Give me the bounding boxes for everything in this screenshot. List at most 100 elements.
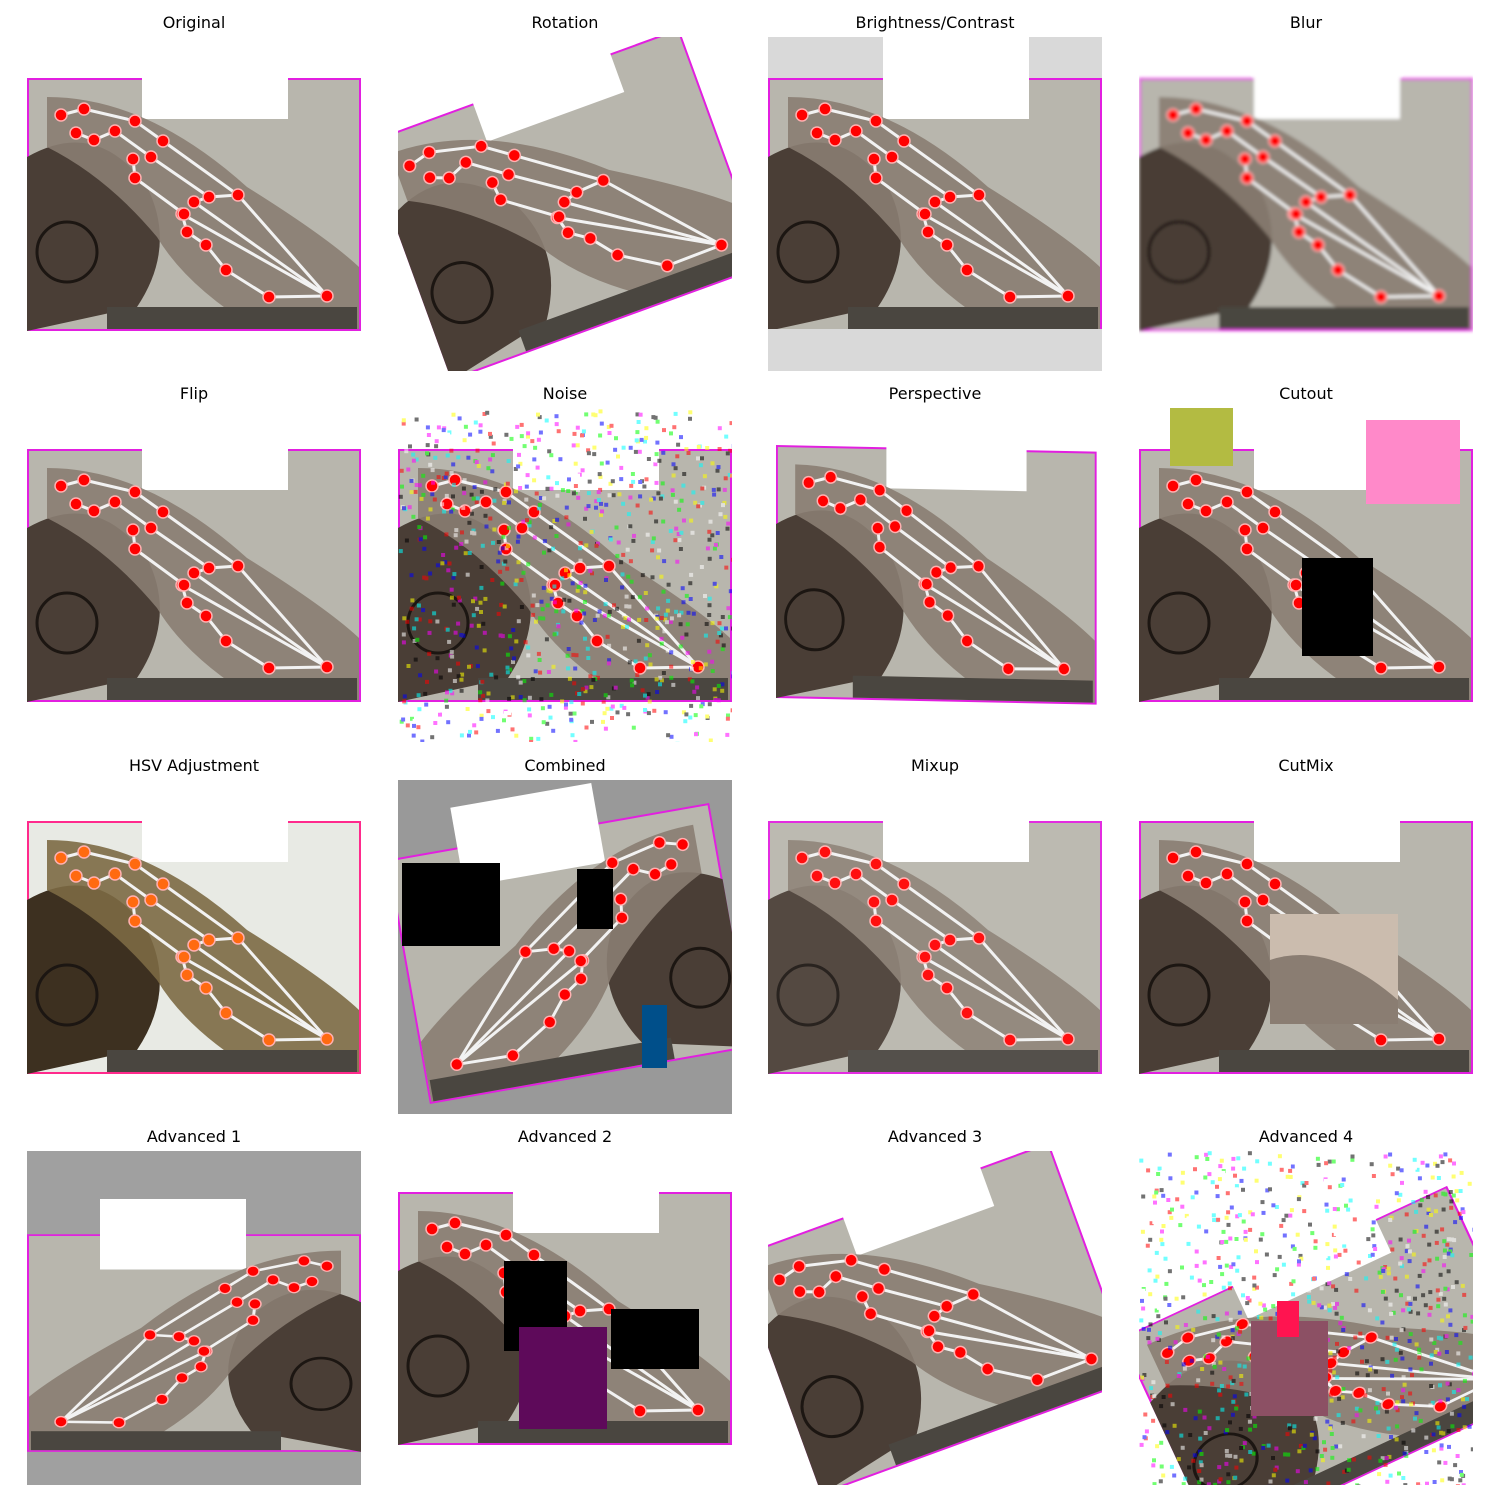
- noise-pixel: [566, 647, 571, 651]
- noise-pixel: [666, 582, 671, 587]
- noise-pixel: [1316, 1162, 1321, 1167]
- noise-pixel: [614, 525, 619, 530]
- augmented-image: [1139, 1151, 1473, 1485]
- noise-pixel: [679, 435, 683, 440]
- noise-pixel: [1364, 1359, 1369, 1364]
- noise-pixel: [405, 619, 410, 624]
- noise-pixel: [611, 493, 616, 498]
- noise-pixel: [1250, 1212, 1255, 1217]
- noise-pixel: [1405, 1244, 1410, 1249]
- keypoint-marker: [320, 289, 334, 303]
- noise-pixel: [407, 505, 412, 510]
- noise-pixel: [533, 669, 538, 674]
- noise-pixel: [662, 629, 667, 634]
- keypoint-marker: [202, 561, 216, 575]
- noise-pixel: [689, 572, 694, 577]
- keypoint-marker: [900, 503, 914, 518]
- keypoint-marker: [202, 933, 216, 947]
- noise-pixel: [471, 613, 476, 618]
- noise-pixel: [1231, 1166, 1236, 1171]
- noise-pixel: [1319, 1196, 1324, 1201]
- noise-pixel: [707, 537, 712, 542]
- noise-pixel: [1139, 1158, 1144, 1163]
- noise-pixel: [1297, 1259, 1301, 1264]
- noise-pixel: [662, 428, 666, 433]
- noise-pixel: [402, 616, 407, 621]
- noise-pixel: [1334, 1444, 1339, 1449]
- scene-layer: [776, 408, 1097, 705]
- noise-pixel: [467, 551, 472, 555]
- noise-pixel: [587, 479, 592, 484]
- noise-pixel: [1339, 1157, 1344, 1162]
- noise-pixel: [643, 708, 647, 712]
- noise-pixel: [573, 666, 578, 671]
- noise-pixel: [402, 694, 407, 699]
- noise-pixel: [456, 661, 461, 666]
- noise-pixel: [1325, 1242, 1330, 1247]
- noise-pixel: [1247, 1151, 1252, 1156]
- noise-pixel: [537, 502, 542, 507]
- keypoint-marker: [1374, 661, 1388, 675]
- noise-pixel: [1423, 1189, 1428, 1194]
- noise-pixel: [598, 433, 603, 438]
- noise-pixel: [601, 703, 606, 708]
- noise-pixel: [657, 458, 662, 463]
- noise-pixel: [425, 451, 429, 456]
- noise-pixel: [449, 509, 454, 514]
- noise-pixel: [669, 616, 674, 621]
- noise-pixel: [1139, 1442, 1144, 1447]
- noise-pixel: [716, 487, 721, 492]
- noise-pixel: [1350, 1154, 1355, 1159]
- noise-pixel: [1386, 1391, 1390, 1396]
- noise-pixel: [1225, 1428, 1230, 1433]
- panel-hsv-adjustment: [27, 780, 361, 1114]
- panel-flip: [27, 408, 361, 742]
- noise-pixel: [1396, 1198, 1401, 1203]
- noise-pixel: [428, 571, 433, 576]
- noise-pixel: [1400, 1356, 1405, 1361]
- noise-pixel: [624, 604, 629, 609]
- top-cutout: [100, 1199, 246, 1270]
- noise-pixel: [527, 695, 532, 700]
- noise-pixel: [1263, 1307, 1268, 1312]
- noise-pixel: [631, 725, 636, 730]
- skeleton-bone: [1379, 665, 1441, 670]
- noise-pixel: [1398, 1237, 1403, 1242]
- noise-pixel: [682, 472, 687, 476]
- noise-pixel: [1327, 1159, 1332, 1164]
- noise-pixel: [567, 573, 572, 578]
- keypoint-marker: [590, 634, 604, 648]
- noise-pixel: [427, 651, 432, 656]
- noise-pixel: [1434, 1209, 1438, 1214]
- keypoint-marker: [177, 950, 191, 964]
- noise-pixel: [559, 452, 563, 457]
- noise-pixel: [409, 478, 414, 483]
- top-cutout: [513, 1151, 659, 1233]
- noise-pixel: [488, 516, 493, 521]
- noise-pixel: [1193, 1416, 1198, 1421]
- noise-pixel: [666, 733, 671, 738]
- noise-pixel: [413, 657, 418, 662]
- noise-pixel: [1393, 1405, 1398, 1410]
- noise-pixel: [534, 619, 538, 624]
- noise-pixel: [432, 416, 437, 421]
- noise-pixel: [574, 608, 579, 613]
- noise-pixel: [1456, 1388, 1461, 1393]
- noise-pixel: [576, 487, 580, 492]
- noise-pixel: [1434, 1240, 1439, 1245]
- noise-pixel: [1459, 1170, 1464, 1175]
- noise-pixel: [558, 457, 563, 462]
- noise-pixel: [1401, 1476, 1406, 1480]
- augmented-image: [398, 780, 732, 1114]
- noise-pixel: [654, 677, 659, 682]
- noise-pixel: [1141, 1288, 1146, 1293]
- keypoint-marker: [854, 493, 867, 507]
- noise-pixel: [1224, 1239, 1229, 1244]
- noise-pixel: [686, 451, 691, 455]
- noise-pixel: [1401, 1388, 1406, 1393]
- noise-pixel: [426, 433, 431, 437]
- noise-pixel: [1467, 1181, 1472, 1186]
- noise-pixel: [468, 432, 473, 437]
- noise-pixel: [456, 595, 461, 600]
- noise-pixel: [1295, 1469, 1300, 1474]
